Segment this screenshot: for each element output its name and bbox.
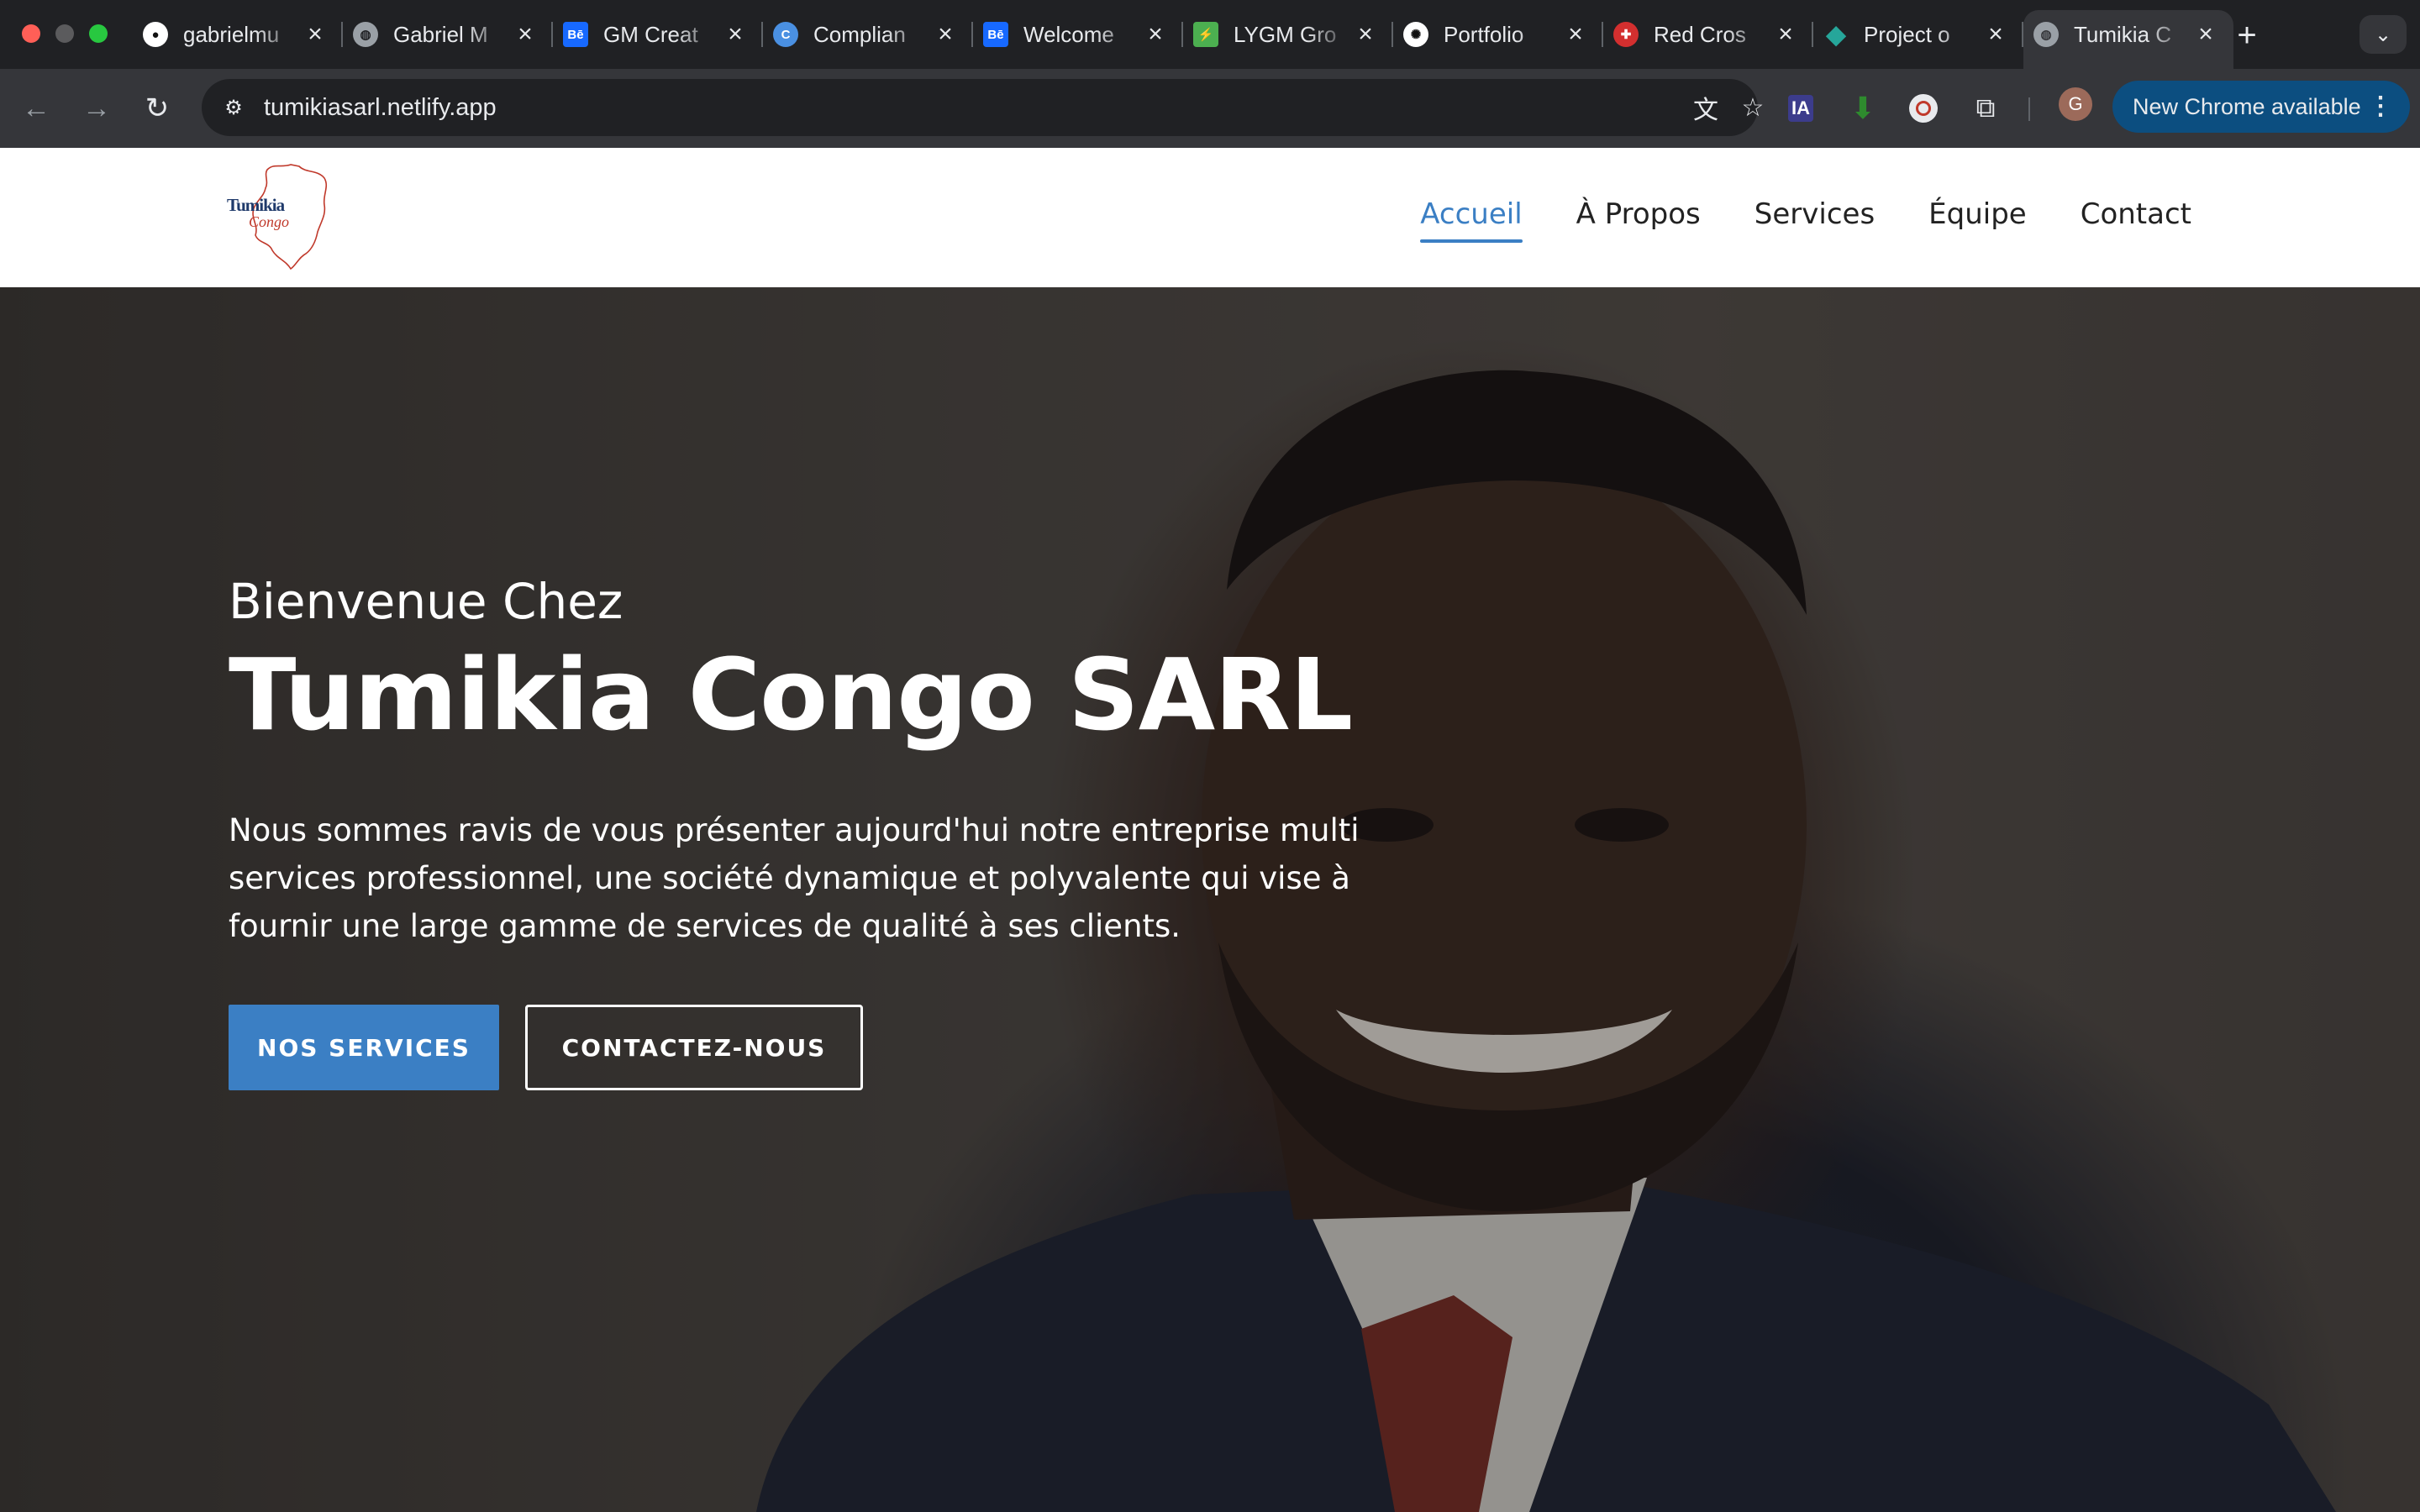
tab-strip: ● gabrielmu × ◍ Gabriel M × Bē GM Creat …: [0, 0, 2420, 69]
close-icon[interactable]: ×: [1773, 20, 1798, 48]
arrow-right-icon: →: [82, 92, 111, 124]
ia-extension-icon: IA: [1788, 95, 1813, 122]
update-label: New Chrome available: [2133, 93, 2361, 119]
close-icon[interactable]: ×: [723, 20, 748, 48]
back-button[interactable]: ←: [17, 89, 55, 128]
tab-search-button[interactable]: ⌄: [2360, 15, 2407, 54]
diamond-icon: ◆: [1826, 20, 1846, 49]
contactez-nous-button[interactable]: CONTACTEZ-NOUS: [525, 1005, 863, 1090]
nav-services[interactable]: Services: [1754, 197, 1875, 238]
hero-title: Tumikia Congo SARL: [229, 637, 1353, 753]
kebab-menu-icon[interactable]: ⋮: [2368, 92, 2393, 121]
url-text[interactable]: tumikiasarl.netlify.app: [264, 94, 497, 122]
tab-complian[interactable]: C Complian ×: [763, 10, 973, 59]
address-bar[interactable]: ⚙ tumikiasarl.netlify.app 文 ☆: [202, 79, 1764, 136]
forward-button[interactable]: →: [77, 89, 116, 128]
download-extension-button[interactable]: ⬇: [1844, 89, 1882, 128]
tab-portfolio[interactable]: ✺ Portfolio ×: [1393, 10, 1603, 59]
tab-title: Complian: [813, 21, 906, 47]
tab-title: Gabriel M: [393, 21, 488, 47]
github-icon: ●: [143, 22, 168, 47]
hero-section: Bienvenue Chez Tumikia Congo SARL Nous s…: [0, 287, 2420, 1512]
close-icon[interactable]: ×: [1353, 20, 1378, 48]
tab-project[interactable]: ◆ Project o ×: [1813, 10, 2023, 59]
tab-title: Red Cros: [1654, 21, 1746, 47]
web-page: Tumikia Congo Accueil À Propos Services …: [0, 148, 2420, 1512]
globe-icon: ◍: [353, 22, 378, 47]
hero-welcome: Bienvenue Chez: [229, 573, 623, 630]
nav-accueil[interactable]: Accueil: [1420, 197, 1523, 243]
tab-red-cross[interactable]: ✚ Red Cros ×: [1603, 10, 1813, 59]
behance-icon: Bē: [983, 22, 1008, 47]
main-nav: Accueil À Propos Services Équipe Contact: [1420, 148, 2191, 287]
nos-services-button[interactable]: NOS SERVICES: [229, 1005, 499, 1090]
tab-tumikia-active[interactable]: ◍ Tumikia C ×: [2023, 10, 2233, 69]
red-cross-icon: ✚: [1613, 22, 1639, 47]
close-icon[interactable]: ×: [513, 20, 538, 48]
chevron-down-icon: ⌄: [2374, 23, 2392, 46]
globe-icon: ◍: [2033, 22, 2059, 47]
browser-toolbar: ← → ↻ ⚙ tumikiasarl.netlify.app 文 ☆ IA ⬇…: [0, 69, 2420, 148]
translate-icon[interactable]: 文: [1689, 91, 1723, 124]
profile-avatar[interactable]: G: [2059, 87, 2092, 121]
reload-button[interactable]: ↻: [138, 89, 176, 128]
site-header: Tumikia Congo Accueil À Propos Services …: [0, 148, 2420, 287]
tab-title: Project o: [1864, 21, 1950, 47]
compliance-icon: C: [773, 22, 798, 47]
close-icon[interactable]: ×: [1143, 20, 1168, 48]
tab-title: gabrielmu: [183, 21, 280, 47]
reload-icon: ↻: [145, 92, 170, 124]
download-arrow-icon: ⬇: [1849, 91, 1876, 125]
logo-script: Congo: [249, 213, 290, 230]
window-close-button[interactable]: [22, 24, 40, 43]
tab-title: Portfolio: [1444, 21, 1524, 47]
tab-title: Tumikia C: [2074, 22, 2172, 47]
puzzle-icon: ⧉: [1975, 92, 1996, 123]
behance-icon: Bē: [563, 22, 588, 47]
window-zoom-button[interactable]: [89, 24, 108, 43]
extensions-menu-button[interactable]: ⧉: [1966, 89, 2005, 128]
close-icon[interactable]: ×: [1983, 20, 2008, 48]
new-tab-button[interactable]: +: [2228, 17, 2265, 54]
tab-title: Welcome: [1023, 21, 1114, 47]
close-icon[interactable]: ×: [1563, 20, 1588, 48]
tab-welcome[interactable]: Bē Welcome ×: [973, 10, 1183, 59]
hero-description: Nous sommes ravis de vous présenter aujo…: [229, 812, 1360, 944]
extension-ia-button[interactable]: IA: [1781, 89, 1820, 128]
tab-list: ● gabrielmu × ◍ Gabriel M × Bē GM Creat …: [133, 10, 2233, 69]
tab-title: GM Creat: [603, 21, 698, 47]
window-minimize-button[interactable]: [55, 24, 74, 43]
clock-extension-button[interactable]: [1904, 89, 1943, 128]
close-icon[interactable]: ×: [2193, 20, 2218, 48]
tab-github[interactable]: ● gabrielmu ×: [133, 10, 343, 59]
nav-contact[interactable]: Contact: [2081, 197, 2191, 238]
nav-a-propos[interactable]: À Propos: [1576, 197, 1701, 238]
tab-gabriel[interactable]: ◍ Gabriel M ×: [343, 10, 553, 59]
close-icon[interactable]: ×: [933, 20, 958, 48]
site-info-icon[interactable]: ⚙: [217, 91, 250, 124]
clock-icon: [1909, 94, 1938, 123]
arrow-left-icon: ←: [22, 92, 50, 124]
bookmark-star-icon[interactable]: ☆: [1736, 91, 1770, 124]
chrome-update-button[interactable]: New Chrome available ⋮: [2112, 81, 2410, 133]
lygm-icon: ⚡: [1193, 22, 1218, 47]
tab-gm-creat[interactable]: Bē GM Creat ×: [553, 10, 763, 59]
openai-icon: ✺: [1403, 22, 1428, 47]
toolbar-separator: [2028, 97, 2030, 121]
close-icon[interactable]: ×: [302, 20, 328, 48]
nav-equipe[interactable]: Équipe: [1928, 197, 2027, 238]
tab-lygm[interactable]: ⚡ LYGM Gro ×: [1183, 10, 1393, 59]
tab-title: LYGM Gro: [1234, 21, 1337, 47]
